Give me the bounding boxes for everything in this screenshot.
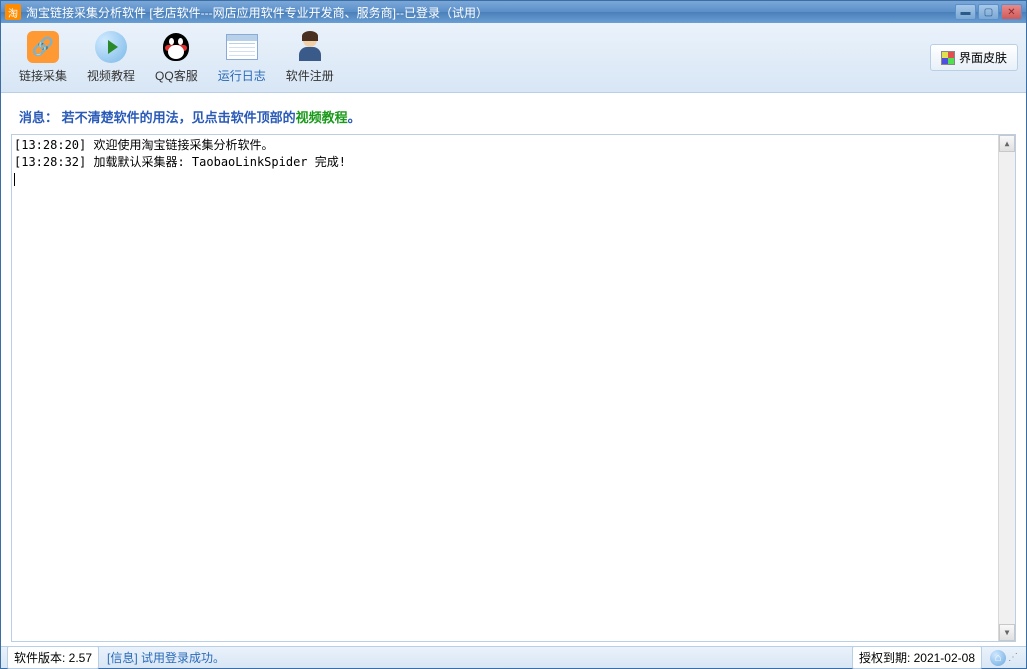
main-window: 淘 淘宝链接采集分析软件 [老店软件---网店应用软件专业开发商、服务商]--已… <box>0 0 1027 669</box>
minimize-button[interactable]: ▬ <box>955 4 976 20</box>
app-icon: 淘 <box>5 4 21 20</box>
content-area: 消息： 若不清楚软件的用法，见点击软件顶部的视频教程。 [13:28:20] 欢… <box>1 93 1026 646</box>
message-bar: 消息： 若不清楚软件的用法，见点击软件顶部的视频教程。 <box>11 103 1016 134</box>
nav-label: QQ客服 <box>155 67 198 84</box>
message-prefix: 消息： <box>19 110 58 125</box>
status-version: 软件版本: 2.57 <box>7 646 99 669</box>
skin-button[interactable]: 界面皮肤 <box>930 44 1018 71</box>
maximize-button[interactable]: ▢ <box>978 4 999 20</box>
text-cursor <box>14 173 15 186</box>
status-bar: 软件版本: 2.57 [信息] 试用登录成功。 授权到期: 2021-02-08… <box>1 646 1026 668</box>
log-line: [13:28:20] 欢迎使用淘宝链接采集分析软件。 <box>14 137 1013 154</box>
home-icon[interactable] <box>990 650 1006 666</box>
nav-link-collect[interactable]: 链接采集 <box>9 28 77 88</box>
nav-run-log[interactable]: 运行日志 <box>208 28 276 88</box>
message-suffix: 。 <box>348 110 361 125</box>
close-button[interactable]: ✕ <box>1001 4 1022 20</box>
palette-icon <box>941 51 955 65</box>
log-icon <box>226 32 258 63</box>
nav-label: 运行日志 <box>218 67 266 84</box>
window-controls: ▬ ▢ ✕ <box>955 4 1022 20</box>
nav-qq-support[interactable]: QQ客服 <box>145 28 208 88</box>
log-line: [13:28:32] 加载默认采集器: TaobaoLinkSpider 完成! <box>14 154 1013 171</box>
nav-label: 链接采集 <box>19 67 67 84</box>
user-icon <box>294 31 326 63</box>
qq-icon <box>160 31 192 63</box>
nav-register[interactable]: 软件注册 <box>276 28 344 88</box>
scroll-down-icon[interactable]: ▼ <box>999 624 1015 641</box>
play-icon <box>95 31 127 63</box>
nav-video-tutorial[interactable]: 视频教程 <box>77 28 145 88</box>
log-panel: [13:28:20] 欢迎使用淘宝链接采集分析软件。 [13:28:32] 加载… <box>11 134 1016 642</box>
link-icon <box>27 31 59 63</box>
status-info: [信息] 试用登录成功。 <box>103 649 229 666</box>
titlebar: 淘 淘宝链接采集分析软件 [老店软件---网店应用软件专业开发商、服务商]--已… <box>1 1 1026 23</box>
skin-label: 界面皮肤 <box>959 49 1007 66</box>
window-title: 淘宝链接采集分析软件 [老店软件---网店应用软件专业开发商、服务商]--已登录… <box>26 4 955 21</box>
nav-label: 视频教程 <box>87 67 135 84</box>
resize-grip-icon[interactable]: ⋰ <box>1008 652 1020 663</box>
vertical-scrollbar[interactable]: ▲ ▼ <box>998 135 1015 641</box>
message-text: 若不清楚软件的用法，见点击软件顶部的 <box>58 110 296 125</box>
status-license: 授权到期: 2021-02-08 <box>852 646 982 669</box>
nav-label: 软件注册 <box>286 67 334 84</box>
message-link[interactable]: 视频教程 <box>296 110 348 125</box>
toolbar: 链接采集 视频教程 QQ客服 运行日志 <box>1 23 1026 93</box>
scroll-up-icon[interactable]: ▲ <box>999 135 1015 152</box>
